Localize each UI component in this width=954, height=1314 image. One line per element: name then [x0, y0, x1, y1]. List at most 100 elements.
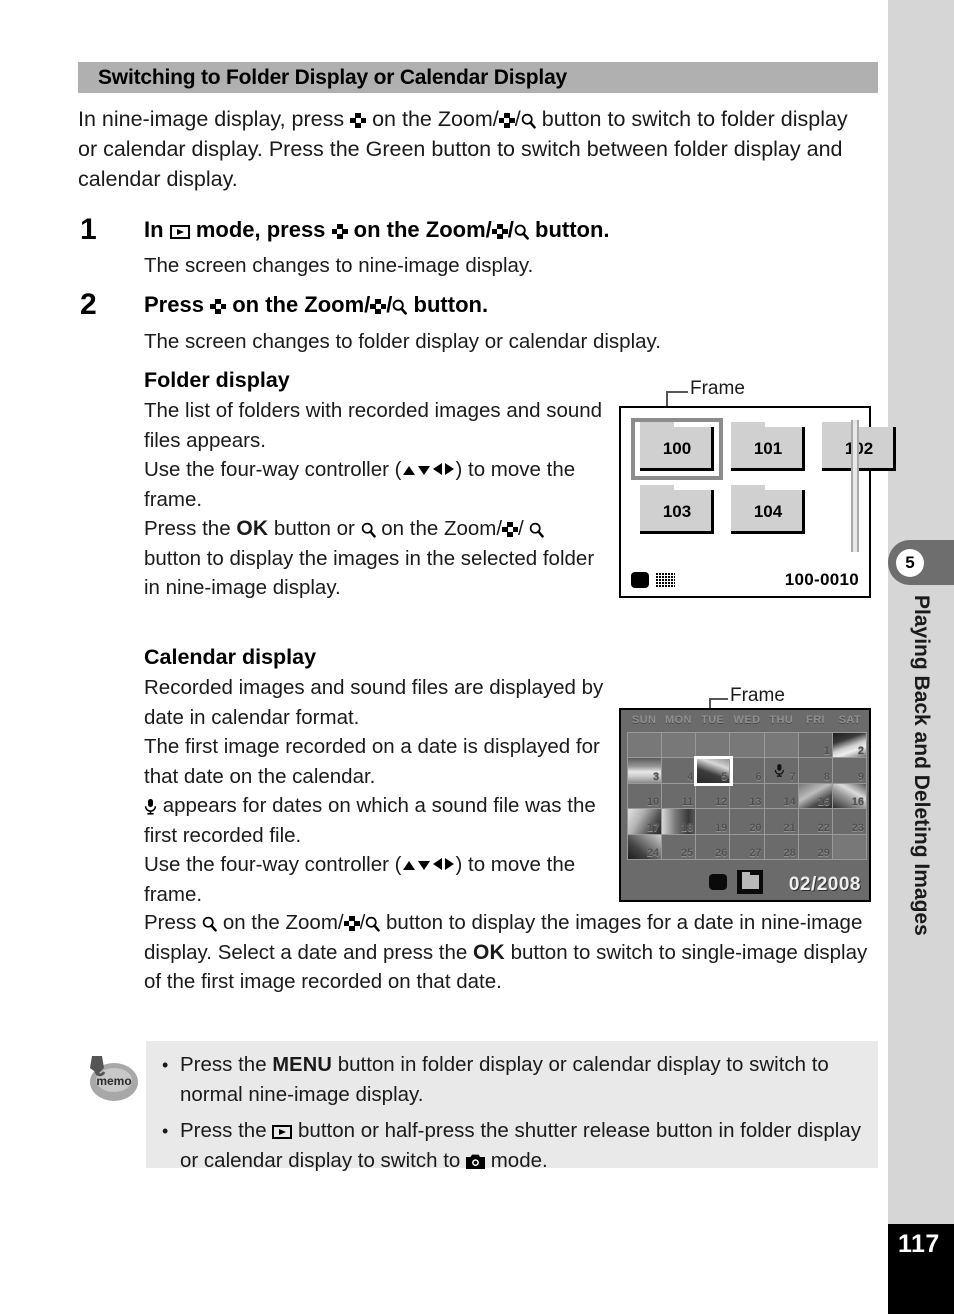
svg-text:memo: memo [96, 1074, 131, 1088]
zoom-magnifier-icon [361, 522, 376, 538]
memo-item-2-text-c: mode. [490, 1149, 548, 1172]
ok-button-label: OK [236, 517, 269, 540]
step-2-text-4: button. [413, 292, 489, 317]
folder-text-line1: The list of folders with recorded images… [144, 399, 603, 452]
zoom-magnifier-icon [365, 916, 381, 932]
step-1-body: The screen changes to nine-image display… [144, 254, 534, 277]
calendar-cell-day[interactable]: 4 [662, 758, 697, 784]
section-heading-text: Switching to Folder Display or Calendar … [98, 65, 568, 89]
calendar-cell-day[interactable]: 9 [832, 758, 867, 784]
calendar-cell-day[interactable]: 3 [628, 758, 663, 784]
calendar-day-number: 18 [681, 821, 694, 834]
calendar-cell-day[interactable]: 22 [798, 809, 833, 835]
calendar-grid: 1 2 3 4 5 6 7 8 9 10 11 12 13 14 15 16 17 18 19 20 21 22 23 24 2… [627, 732, 867, 860]
calendar-cell-day[interactable]: 7 [764, 758, 799, 784]
calendar-cell-day[interactable]: 17 [628, 809, 663, 835]
calendar-day-number: 22 [817, 821, 830, 834]
calendar-cell-day[interactable]: 1 [798, 733, 833, 759]
zoom-magnifier-icon [202, 916, 217, 932]
step-1-text-5: button. [535, 217, 610, 242]
calendar-day-number: 10 [646, 796, 660, 809]
calendar-cell-day[interactable]: 23 [832, 809, 867, 835]
intro-text-1: In nine-image display, press [78, 107, 345, 131]
calendar-display-heading: Calendar display [144, 645, 317, 669]
folder-text-line3d: / [518, 517, 524, 540]
step-2-text-1: Press [144, 292, 204, 317]
chapter-title-text: Playing Back and Deleting Images [910, 595, 933, 936]
calendar-cell-day[interactable]: 19 [696, 809, 731, 835]
calendar-cell-empty [832, 834, 867, 860]
calendar-cell-day[interactable]: 8 [798, 758, 833, 784]
folder-text-line2a: Use the four-way controller ( [144, 458, 402, 481]
folder-icon[interactable] [737, 870, 763, 894]
calendar-cell-day[interactable]: 15 [798, 783, 833, 810]
step-1-text-1: In [144, 217, 164, 242]
calendar-cell-day[interactable]: 26 [696, 834, 731, 860]
section-heading: Switching to Folder Display or Calendar … [78, 62, 878, 93]
folder-frame-callout-label: Frame [690, 378, 745, 399]
calendar-cell-day[interactable]: 6 [730, 758, 765, 784]
calendar-day-number: 25 [681, 846, 694, 859]
zoom-magnifier-icon [392, 299, 408, 315]
calendar-cell-empty [764, 733, 799, 759]
calendar-day-number: 3 [653, 770, 660, 783]
zoom-magnifier-icon [514, 224, 529, 240]
step-2-number: 2 [80, 288, 97, 321]
calendar-cell-day[interactable]: 12 [696, 783, 731, 810]
calendar-cell-empty [696, 733, 731, 759]
folder-item-103[interactable]: 103 [640, 485, 714, 534]
folder-display-text: The list of folders with recorded images… [144, 396, 604, 603]
intro-text-2: on the Zoom/ [372, 107, 499, 131]
calendar-day-number: 13 [749, 796, 762, 809]
folder-item-102[interactable]: 102 [822, 422, 896, 471]
calendar-text-line3: appears for dates on which a sound file … [144, 794, 596, 847]
folder-item-104[interactable]: 104 [731, 485, 805, 534]
calendar-cell-day[interactable]: 24 [628, 834, 663, 860]
calendar-day-number: 5 [721, 770, 728, 783]
microphone-icon [144, 798, 157, 815]
folder-label: 104 [753, 502, 783, 521]
calendar-day-number: 15 [817, 796, 830, 809]
calendar-day-number: 4 [687, 770, 694, 783]
zoom-magnifier-icon [521, 113, 536, 129]
calendar-callout-hline [710, 698, 728, 700]
calendar-status-bar: 02/2008 [621, 860, 869, 900]
arrow-right-icon [444, 463, 454, 475]
calendar-cell-day[interactable]: 16 [832, 783, 867, 810]
calendar-day-number: 29 [817, 846, 830, 859]
calendar-cell-empty [730, 733, 765, 759]
calendar-text-line1: Recorded images and sound files are disp… [144, 676, 604, 729]
folder-scrollbar[interactable] [851, 420, 859, 552]
calendar-text-line4a: Use the four-way controller ( [144, 853, 402, 876]
nine-image-icon [491, 224, 508, 239]
camera-mode-icon [466, 1154, 486, 1169]
step-2-title: Press on the Zoom// button. [144, 291, 884, 319]
folder-item-100[interactable]: 100 [640, 422, 714, 471]
nine-image-icon [502, 522, 519, 537]
calendar-cell-day[interactable]: 14 [764, 783, 799, 810]
calendar-cell-day[interactable]: 21 [764, 809, 799, 835]
folder-label: 101 [753, 439, 783, 458]
microphone-icon [774, 763, 785, 777]
arrow-left-icon [432, 463, 442, 475]
calendar-cell-day[interactable]: 25 [662, 834, 697, 860]
calendar-cell-day[interactable]: 27 [730, 834, 765, 860]
folder-label: 103 [662, 502, 692, 521]
calendar-cell-day[interactable]: 13 [730, 783, 765, 810]
calendar-day-number: 20 [749, 821, 762, 834]
calendar-cell-day[interactable]: 20 [730, 809, 765, 835]
calendar-cell-day[interactable]: 5 [696, 758, 731, 784]
calendar-cell-day[interactable]: 28 [764, 834, 799, 860]
calendar-cell-day[interactable]: 2 [832, 733, 867, 759]
calendar-cell-day[interactable]: 29 [798, 834, 833, 860]
calendar-day-number: 11 [681, 796, 694, 809]
calendar-cell-empty [628, 733, 663, 759]
calendar-cell-day[interactable]: 11 [662, 783, 697, 810]
arrow-up-icon [402, 861, 415, 870]
chapter-sidebar: 5 Playing Back and Deleting Images [888, 0, 954, 1314]
memo-icon: memo [82, 1052, 140, 1104]
card-icon [631, 572, 649, 588]
calendar-cell-day[interactable]: 18 [662, 809, 697, 835]
calendar-cell-day[interactable]: 10 [628, 783, 663, 810]
folder-item-101[interactable]: 101 [731, 422, 805, 471]
